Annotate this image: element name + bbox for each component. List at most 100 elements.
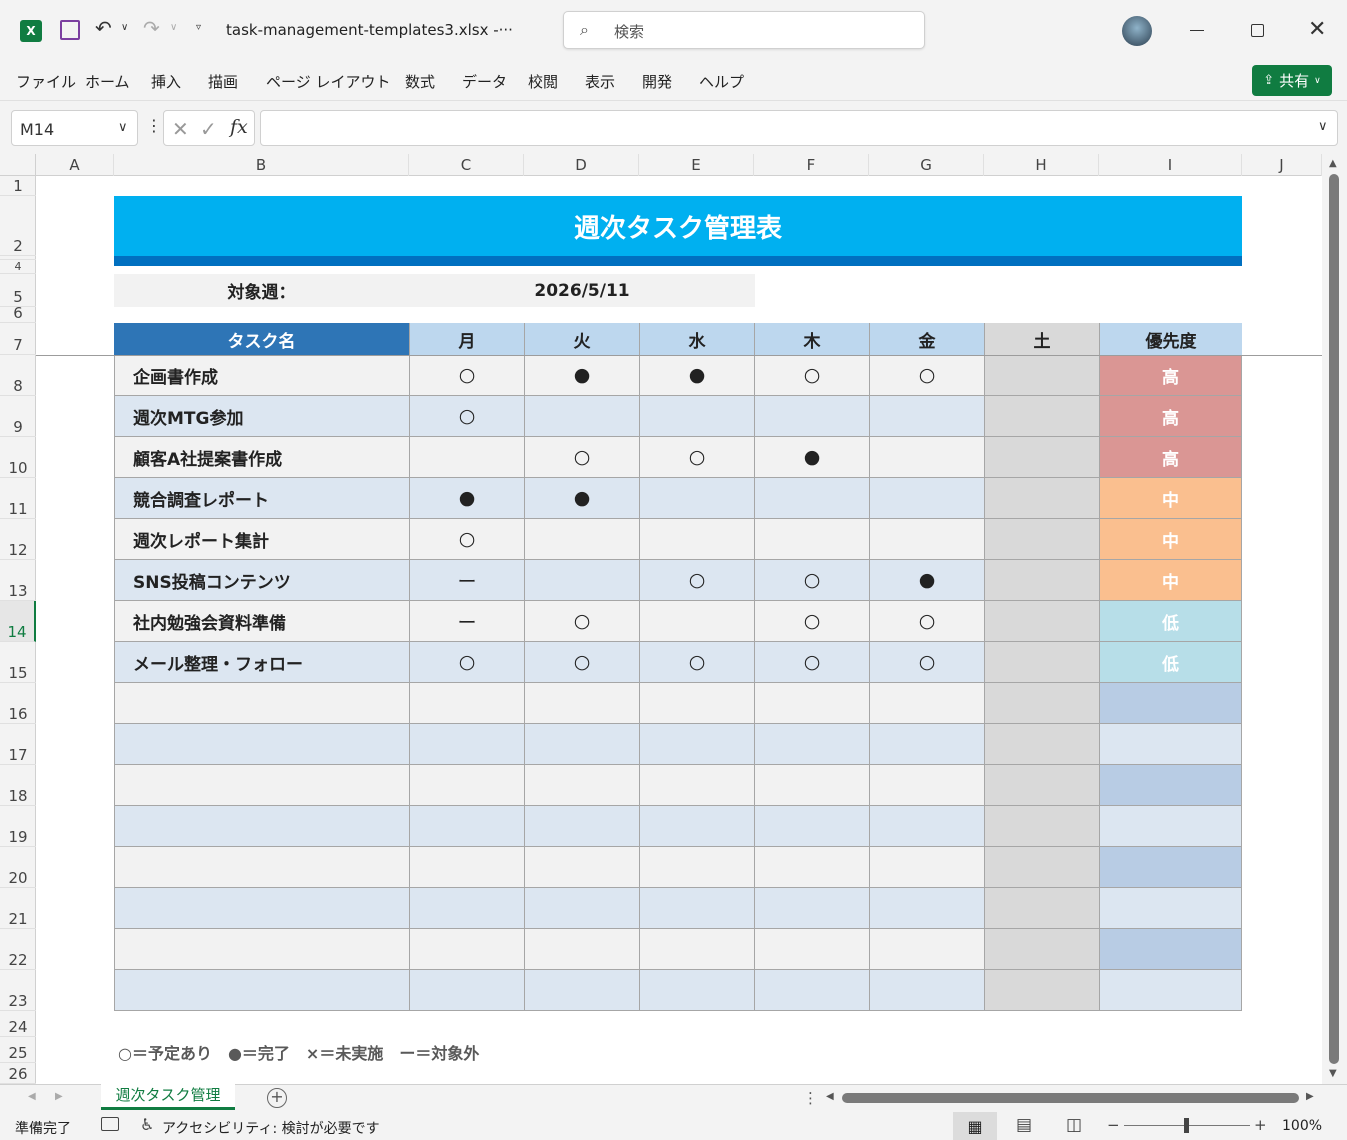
next-sheet-icon[interactable]: ▶ bbox=[55, 1091, 63, 1102]
day-cell[interactable] bbox=[524, 396, 639, 437]
day-cell[interactable] bbox=[869, 437, 984, 478]
day-cell[interactable]: ● bbox=[524, 355, 639, 396]
row-header[interactable]: 14 bbox=[0, 601, 36, 642]
day-cell[interactable]: ○ bbox=[409, 519, 524, 560]
priority-cell[interactable]: 高 bbox=[1099, 396, 1242, 437]
more-icon[interactable]: ⋮ bbox=[146, 116, 162, 135]
day-cell[interactable] bbox=[639, 765, 754, 806]
day-cell[interactable] bbox=[754, 929, 869, 970]
save-icon[interactable] bbox=[60, 20, 80, 40]
day-cell[interactable] bbox=[409, 806, 524, 847]
name-box[interactable]: M14 ∨ bbox=[11, 110, 138, 146]
row-header[interactable]: 5 bbox=[0, 274, 36, 307]
day-cell[interactable] bbox=[409, 437, 524, 478]
task-name-cell[interactable] bbox=[114, 765, 409, 806]
day-cell[interactable] bbox=[409, 888, 524, 929]
task-name-cell[interactable]: 週次レポート集計 bbox=[114, 519, 409, 560]
add-sheet-icon[interactable]: + bbox=[267, 1088, 287, 1108]
week-value[interactable]: 2026/5/11 bbox=[409, 274, 755, 307]
prev-sheet-icon[interactable]: ◀ bbox=[28, 1091, 36, 1102]
row-header[interactable]: 16 bbox=[0, 683, 36, 724]
row-header[interactable]: 17 bbox=[0, 724, 36, 765]
menu-home[interactable]: ホーム bbox=[85, 71, 130, 92]
day-cell[interactable] bbox=[754, 847, 869, 888]
saturday-cell[interactable] bbox=[984, 601, 1099, 642]
day-cell[interactable] bbox=[869, 765, 984, 806]
priority-cell[interactable]: 低 bbox=[1099, 601, 1242, 642]
scroll-up-icon[interactable]: ▲ bbox=[1329, 158, 1337, 169]
row-header[interactable]: 11 bbox=[0, 478, 36, 519]
day-cell[interactable]: ○ bbox=[869, 355, 984, 396]
vertical-scrollbar[interactable]: ▲ ▼ bbox=[1322, 154, 1347, 1084]
day-cell[interactable]: ● bbox=[409, 478, 524, 519]
menu-review[interactable]: 校閲 bbox=[528, 71, 558, 92]
menu-help[interactable]: ヘルプ bbox=[699, 71, 744, 92]
day-cell[interactable]: ○ bbox=[754, 642, 869, 683]
insert-function-icon[interactable]: fx bbox=[230, 116, 248, 138]
redo-dropdown-icon[interactable]: ∨ bbox=[170, 22, 177, 33]
row-header[interactable]: 22 bbox=[0, 929, 36, 970]
cancel-icon[interactable]: ✕ bbox=[172, 117, 189, 141]
saturday-cell[interactable] bbox=[984, 396, 1099, 437]
priority-cell[interactable]: 低 bbox=[1099, 642, 1242, 683]
row-header[interactable]: 4 bbox=[0, 260, 36, 274]
column-header[interactable]: C bbox=[409, 154, 524, 176]
task-name-cell[interactable]: メール整理・フォロー bbox=[114, 642, 409, 683]
day-cell[interactable] bbox=[639, 847, 754, 888]
priority-cell[interactable] bbox=[1099, 888, 1242, 929]
scroll-right-icon[interactable]: ▶ bbox=[1306, 1091, 1314, 1102]
row-header[interactable]: 1 bbox=[0, 176, 36, 196]
day-cell[interactable] bbox=[754, 970, 869, 1011]
row-header[interactable]: 2 bbox=[0, 196, 36, 256]
column-header[interactable]: J bbox=[1242, 154, 1322, 176]
row-header[interactable]: 8 bbox=[0, 355, 36, 396]
column-header[interactable]: A bbox=[36, 154, 114, 176]
column-header[interactable]: B bbox=[114, 154, 409, 176]
menu-view[interactable]: 表示 bbox=[585, 71, 615, 92]
enter-icon[interactable]: ✓ bbox=[200, 117, 217, 141]
saturday-cell[interactable] bbox=[984, 642, 1099, 683]
day-cell[interactable] bbox=[754, 519, 869, 560]
row-header[interactable]: 12 bbox=[0, 519, 36, 560]
day-cell[interactable] bbox=[524, 970, 639, 1011]
column-header[interactable]: I bbox=[1099, 154, 1242, 176]
day-cell[interactable] bbox=[639, 970, 754, 1011]
row-header[interactable]: 9 bbox=[0, 396, 36, 437]
day-cell[interactable]: ○ bbox=[639, 437, 754, 478]
day-cell[interactable]: ○ bbox=[869, 642, 984, 683]
task-name-cell[interactable] bbox=[114, 806, 409, 847]
avatar[interactable] bbox=[1122, 16, 1152, 46]
menu-data[interactable]: データ bbox=[462, 71, 507, 92]
task-name-cell[interactable] bbox=[114, 847, 409, 888]
day-cell[interactable] bbox=[639, 519, 754, 560]
day-cell[interactable] bbox=[869, 806, 984, 847]
day-cell[interactable]: ○ bbox=[409, 396, 524, 437]
day-cell[interactable] bbox=[409, 765, 524, 806]
menu-draw[interactable]: 描画 bbox=[208, 71, 238, 92]
vertical-scroll-thumb[interactable] bbox=[1329, 174, 1339, 1064]
macro-record-icon[interactable] bbox=[101, 1117, 119, 1131]
saturday-cell[interactable] bbox=[984, 970, 1099, 1011]
saturday-cell[interactable] bbox=[984, 519, 1099, 560]
day-cell[interactable] bbox=[524, 765, 639, 806]
row-header[interactable]: 13 bbox=[0, 560, 36, 601]
zoom-slider-thumb[interactable] bbox=[1184, 1118, 1189, 1133]
tab-split-handle[interactable]: ⋮ bbox=[803, 1089, 818, 1107]
task-name-cell[interactable]: 顧客A社提案書作成 bbox=[114, 437, 409, 478]
zoom-in-icon[interactable]: + bbox=[1254, 1116, 1267, 1134]
day-cell[interactable] bbox=[869, 724, 984, 765]
saturday-cell[interactable] bbox=[984, 355, 1099, 396]
undo-dropdown-icon[interactable]: ∨ bbox=[121, 22, 128, 33]
row-header[interactable]: 26 bbox=[0, 1063, 36, 1084]
row-header[interactable]: 15 bbox=[0, 642, 36, 683]
saturday-cell[interactable] bbox=[984, 929, 1099, 970]
day-cell[interactable]: ○ bbox=[639, 642, 754, 683]
row-header[interactable]: 7 bbox=[0, 323, 36, 355]
day-cell[interactable] bbox=[754, 724, 869, 765]
day-cell[interactable]: ○ bbox=[524, 642, 639, 683]
priority-cell[interactable] bbox=[1099, 806, 1242, 847]
day-cell[interactable]: ○ bbox=[409, 642, 524, 683]
day-cell[interactable] bbox=[639, 806, 754, 847]
day-cell[interactable] bbox=[409, 970, 524, 1011]
saturday-cell[interactable] bbox=[984, 765, 1099, 806]
